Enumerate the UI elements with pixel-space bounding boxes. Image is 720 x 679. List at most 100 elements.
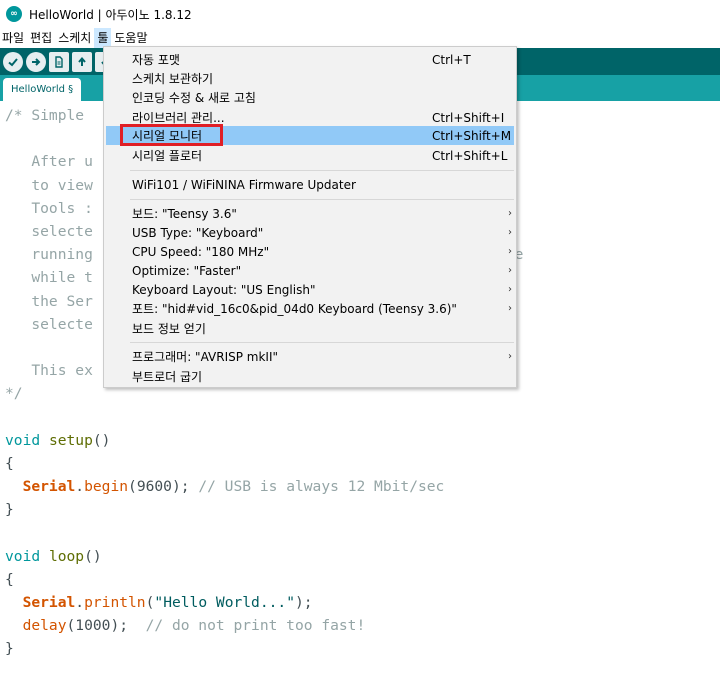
- menu-item-serial-plotter[interactable]: 시리얼 플로터 Ctrl+Shift+L: [106, 146, 514, 165]
- chevron-right-icon: ›: [508, 227, 512, 238]
- menu-item-label: 프로그래머: "AVRISP mkII": [132, 350, 279, 364]
- code-line[interactable]: delay(1000); // do not print too fast!: [5, 614, 532, 637]
- code-token: );: [295, 593, 313, 611]
- menu-separator: [130, 170, 514, 171]
- menu-item-port[interactable]: 포트: "hid#vid_16c0&pid_04d0 Keyboard (Tee…: [106, 299, 514, 318]
- menu-file[interactable]: 파일: [0, 28, 27, 48]
- code-token: (): [92, 431, 111, 449]
- code-token: After u: [5, 153, 93, 171]
- menu-item-programmer[interactable]: 프로그래머: "AVRISP mkII" ›: [106, 347, 514, 366]
- menu-item-label: 포트: "hid#vid_16c0&pid_04d0 Keyboard (Tee…: [132, 302, 457, 316]
- arrow-right-icon: [32, 57, 41, 66]
- new-file-icon: [55, 55, 63, 68]
- verify-button[interactable]: [3, 51, 23, 72]
- menu-item-shortcut: Ctrl+T: [432, 52, 471, 67]
- code-token: "Hello World...": [154, 593, 295, 611]
- code-line[interactable]: }: [5, 637, 532, 660]
- menu-item-serial-monitor[interactable]: 시리얼 모니터 Ctrl+Shift+M: [106, 126, 514, 145]
- code-line[interactable]: Serial.begin(9600); // USB is always 12 …: [5, 475, 532, 498]
- menu-separator: [130, 342, 514, 343]
- menu-item-label: Keyboard Layout: "US English": [132, 282, 316, 297]
- new-button[interactable]: [49, 51, 69, 72]
- tools-menu: 자동 포맷 Ctrl+T 스케치 보관하기인코딩 수정 & 새로 고침라이브러리 관…: [103, 46, 517, 388]
- menu-item-burn-bootloader[interactable]: 부트로더 굽기: [106, 367, 514, 386]
- menu-item-shortcut: Ctrl+Shift+I: [432, 110, 505, 125]
- code-token: begin: [84, 478, 129, 495]
- menu-item-label: 인코딩 수정 & 새로 고침: [132, 91, 256, 105]
- code-token: (1000);: [66, 617, 146, 635]
- code-line[interactable]: void setup(): [5, 429, 532, 452]
- menu-sketch[interactable]: 스케치: [55, 28, 94, 48]
- menu-item-usb-type[interactable]: USB Type: "Keyboard" ›: [106, 223, 514, 242]
- menu-item-label: WiFi101 / WiFiNINA Firmware Updater: [132, 177, 356, 192]
- code-token: (9600);: [128, 478, 199, 495]
- code-line[interactable]: {: [5, 568, 532, 591]
- code-token: setup: [48, 431, 93, 449]
- code-token: .: [75, 593, 85, 611]
- code-token: .: [75, 478, 85, 495]
- open-button[interactable]: [72, 51, 92, 72]
- code-token: Tools :: [5, 199, 93, 217]
- code-line[interactable]: [5, 521, 532, 544]
- code-token: selecte: [5, 315, 93, 333]
- code-token: delay: [22, 617, 67, 635]
- code-token: (): [84, 547, 102, 565]
- code-token: while t: [5, 269, 93, 287]
- menu-item-shortcut: Ctrl+Shift+L: [432, 148, 508, 163]
- menu-item-board[interactable]: 보드: "Teensy 3.6" ›: [106, 204, 514, 223]
- code-token: selecte: [5, 222, 93, 240]
- menu-help[interactable]: 도움말: [111, 28, 150, 48]
- code-token: {: [5, 454, 14, 472]
- code-token: {: [5, 570, 14, 588]
- menu-edit[interactable]: 편집: [27, 28, 55, 48]
- code-line[interactable]: }: [5, 498, 532, 521]
- code-line[interactable]: {: [5, 452, 532, 475]
- code-line[interactable]: void loop(): [5, 545, 532, 568]
- code-line[interactable]: Serial.println("Hello World...");: [5, 591, 532, 614]
- chevron-right-icon: ›: [508, 351, 512, 362]
- menu-item-cpu-speed[interactable]: CPU Speed: "180 MHz" ›: [106, 242, 514, 261]
- code-token: running: [5, 246, 93, 264]
- menu-item-board-info[interactable]: 보드 정보 얻기: [106, 319, 514, 338]
- menu-item-label: 보드: "Teensy 3.6": [132, 207, 237, 221]
- menu-item-manage-libraries[interactable]: 라이브러리 관리... Ctrl+Shift+I: [106, 108, 514, 127]
- code-token: Serial: [22, 478, 76, 495]
- code-token: This ex: [5, 362, 93, 380]
- code-token: to view: [5, 176, 93, 194]
- window-title: HelloWorld | 아두이노 1.8.12: [29, 7, 192, 22]
- menu-item-label: CPU Speed: "180 MHz": [132, 244, 270, 259]
- code-token: // USB is always 12 Mbit/sec: [198, 478, 445, 495]
- menu-item-label: 라이브러리 관리...: [132, 111, 225, 125]
- code-token: */: [5, 385, 23, 403]
- check-icon: [8, 57, 18, 66]
- code-token: void: [5, 431, 41, 449]
- menu-tools[interactable]: 툴: [94, 28, 112, 48]
- tab-helloworld[interactable]: HelloWorld §: [3, 78, 82, 101]
- menu-item-label: 시리얼 모니터: [132, 129, 203, 143]
- chevron-right-icon: ›: [508, 303, 512, 314]
- code-token: Serial: [22, 593, 76, 611]
- menu-item-label: 스케치 보관하기: [132, 72, 214, 86]
- menu-item-fix-encoding[interactable]: 인코딩 수정 & 새로 고침: [106, 88, 514, 107]
- code-line[interactable]: [5, 405, 532, 428]
- code-token: println: [84, 593, 146, 611]
- chevron-right-icon: ›: [508, 246, 512, 257]
- menu-item-archive-sketch[interactable]: 스케치 보관하기: [106, 69, 514, 88]
- upload-button[interactable]: [26, 51, 46, 72]
- menu-item-optimize[interactable]: Optimize: "Faster" ›: [106, 261, 514, 280]
- menu-item-label: USB Type: "Keyboard": [132, 225, 264, 240]
- menu-item-label: 시리얼 플로터: [132, 149, 203, 163]
- code-token: // do not print too fast!: [145, 617, 366, 635]
- code-token: }: [5, 501, 14, 519]
- code-token: /* Simple: [5, 107, 85, 124]
- menu-item-auto-format[interactable]: 자동 포맷 Ctrl+T: [106, 50, 514, 69]
- menu-separator: [130, 199, 514, 200]
- menu-item-keyboard-layout[interactable]: Keyboard Layout: "US English" ›: [106, 280, 514, 299]
- menu-item-wifi-firmware-updater[interactable]: WiFi101 / WiFiNINA Firmware Updater: [106, 175, 514, 194]
- title-bar: ∞ HelloWorld | 아두이노 1.8.12: [0, 0, 720, 28]
